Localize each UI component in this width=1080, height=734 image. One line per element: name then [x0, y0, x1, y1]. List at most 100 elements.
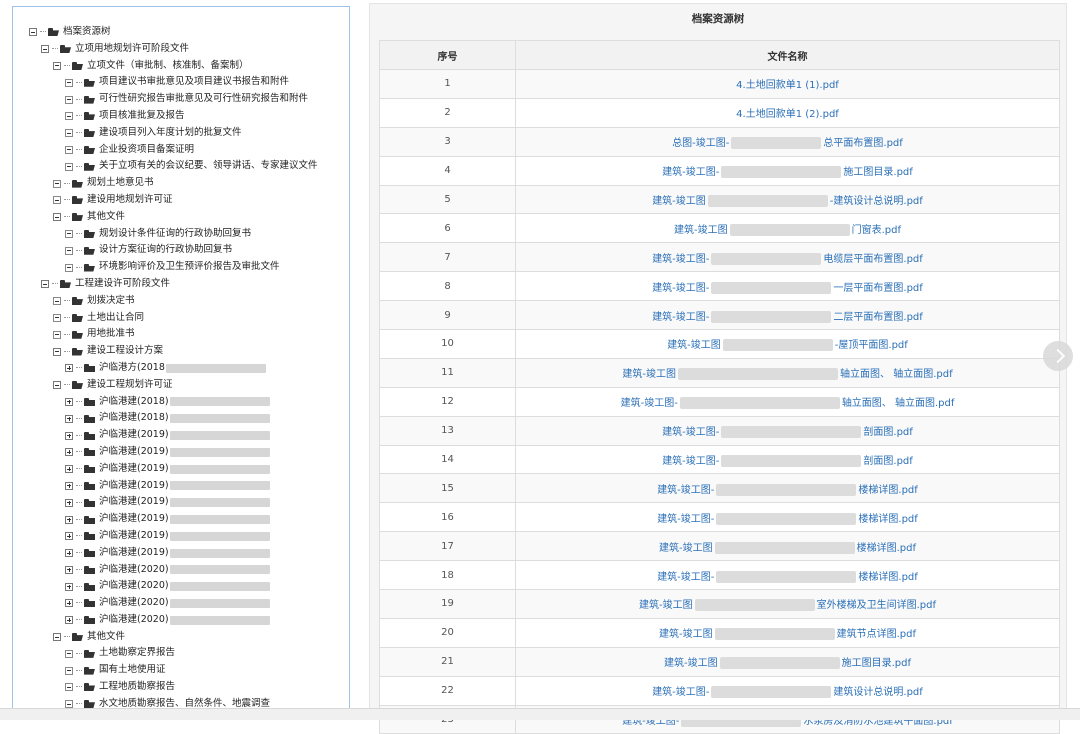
- tree-node-label[interactable]: 规划设计条件征询的行政协助回复书: [99, 226, 251, 243]
- tree-node-label[interactable]: 沪临港建(2018): [99, 394, 169, 411]
- expand-icon[interactable]: [65, 498, 73, 507]
- filename-suffix[interactable]: 建筑节点详图.pdf: [837, 629, 916, 640]
- expand-icon[interactable]: [65, 448, 73, 457]
- collapse-icon[interactable]: [65, 246, 73, 255]
- tree-node[interactable]: 沪临港建(2018): [13, 394, 349, 411]
- filename-suffix[interactable]: 二层平面布置图.pdf: [833, 312, 922, 323]
- collapse-icon[interactable]: [53, 179, 61, 188]
- filename-prefix[interactable]: 建筑-竣工图: [674, 225, 728, 236]
- tree-node-label[interactable]: 企业投资项目备案证明: [99, 142, 194, 159]
- tree-node-label[interactable]: 沪临港建(2019): [99, 545, 169, 562]
- expand-icon[interactable]: [65, 364, 73, 373]
- filename-suffix[interactable]: 楼梯详图.pdf: [858, 485, 917, 496]
- filename-prefix[interactable]: 4.土地回款单1 (1).pdf: [736, 80, 839, 91]
- collapse-icon[interactable]: [53, 347, 61, 356]
- tree-node-label[interactable]: 沪临港建(2019): [99, 528, 169, 545]
- collapse-icon[interactable]: [65, 162, 73, 171]
- expand-icon[interactable]: [65, 549, 73, 558]
- expand-icon[interactable]: [65, 431, 73, 440]
- expand-icon[interactable]: [65, 616, 73, 625]
- collapse-icon[interactable]: [53, 61, 61, 70]
- collapse-icon[interactable]: [65, 666, 73, 675]
- expand-icon[interactable]: [65, 565, 73, 574]
- tree-node-label[interactable]: 建设工程规划许可证: [87, 377, 173, 394]
- collapse-icon[interactable]: [53, 297, 61, 306]
- tree-node-label[interactable]: 工程地质勘察报告: [99, 679, 175, 696]
- expand-icon[interactable]: [65, 582, 73, 591]
- filename-cell[interactable]: 建筑-竣工图 门窗表.pdf: [515, 213, 1060, 244]
- collapse-icon[interactable]: [53, 330, 61, 339]
- tree-node-label[interactable]: 用地批准书: [87, 326, 135, 343]
- table-row[interactable]: 9 建筑-竣工图- 二层平面布置图.pdf: [379, 300, 1060, 331]
- filename-cell[interactable]: 建筑-竣工图 楼梯详图.pdf: [515, 531, 1060, 562]
- tree-node-label[interactable]: 沪临港建(2019): [99, 478, 169, 495]
- tree-node[interactable]: 沪临港建(2019): [13, 528, 349, 545]
- collapse-icon[interactable]: [65, 95, 73, 104]
- table-row[interactable]: 10 建筑-竣工图 -屋顶平面图.pdf: [379, 329, 1060, 359]
- filename-suffix[interactable]: 轴立面图、 轴立面图.pdf: [842, 398, 955, 409]
- filename-cell[interactable]: 建筑-竣工图- 施工图目录.pdf: [515, 155, 1060, 186]
- tree-node[interactable]: 建设用地规划许可证: [13, 192, 349, 209]
- tree-node-label[interactable]: 项目核准批复及报告: [99, 108, 185, 125]
- tree-node[interactable]: 立项文件（审批制、核准制、备案制）: [13, 58, 349, 75]
- filename-prefix[interactable]: 建筑-竣工图-: [657, 572, 714, 583]
- filename-cell[interactable]: 建筑-竣工图 施工图目录.pdf: [515, 646, 1060, 677]
- filename-prefix[interactable]: 总图-竣工图-: [672, 138, 729, 149]
- filename-cell[interactable]: 建筑-竣工图 -屋顶平面图.pdf: [515, 329, 1060, 359]
- filename-prefix[interactable]: 建筑-竣工图-: [662, 456, 719, 467]
- filename-suffix[interactable]: 一层平面布置图.pdf: [833, 283, 922, 294]
- filename-prefix[interactable]: 建筑-竣工图-: [662, 167, 719, 178]
- collapse-icon[interactable]: [41, 45, 49, 54]
- filename-cell[interactable]: 建筑-竣工图- 一层平面布置图.pdf: [515, 271, 1060, 302]
- tree-node[interactable]: 规划土地意见书: [13, 175, 349, 192]
- filename-cell[interactable]: 建筑-竣工图-建筑设计总说明.pdf: [515, 184, 1060, 215]
- tree-node-label[interactable]: 沪临港建(2018): [99, 410, 169, 427]
- filename-cell[interactable]: 建筑-竣工图 轴立面图、 轴立面图.pdf: [515, 357, 1060, 388]
- collapse-icon[interactable]: [29, 28, 37, 37]
- filename-suffix[interactable]: 楼梯详图.pdf: [857, 543, 916, 554]
- tree-node[interactable]: 沪临港建(2019): [13, 444, 349, 461]
- tree-node-label[interactable]: 关于立项有关的会议纪要、领导讲话、专家建议文件: [99, 158, 318, 175]
- filename-suffix[interactable]: 楼梯详图.pdf: [858, 514, 917, 525]
- collapse-icon[interactable]: [53, 381, 61, 390]
- collapse-icon[interactable]: [65, 229, 73, 238]
- filename-cell[interactable]: 建筑-竣工图 建筑节点详图.pdf: [515, 617, 1060, 648]
- tree-node[interactable]: 建设工程设计方案: [13, 343, 349, 360]
- tree-node[interactable]: 档案资源树: [13, 24, 349, 41]
- collapse-icon[interactable]: [53, 633, 61, 642]
- filename-suffix[interactable]: 建筑设计总说明.pdf: [833, 687, 922, 698]
- tree-node-label[interactable]: 沪临港建(2019): [99, 427, 169, 444]
- table-row[interactable]: 5 建筑-竣工图 -建筑设计总说明.pdf: [379, 184, 1060, 215]
- tree-node-label[interactable]: 规划土地意见书: [87, 175, 154, 192]
- expand-icon[interactable]: [65, 532, 73, 541]
- tree-node[interactable]: 规划设计条件征询的行政协助回复书: [13, 226, 349, 243]
- filename-prefix[interactable]: 建筑-竣工图-: [657, 514, 714, 525]
- tree-node-label[interactable]: 建设项目列入年度计划的批复文件: [99, 125, 242, 142]
- expand-icon[interactable]: [65, 515, 73, 524]
- tree-node[interactable]: 沪临港建(2020): [13, 578, 349, 595]
- tree-node-label[interactable]: 国有土地使用证: [99, 662, 166, 679]
- tree-node[interactable]: 沪临港建(2019): [13, 545, 349, 562]
- filename-prefix[interactable]: 建筑-竣工图-: [662, 427, 719, 438]
- tree-node-label[interactable]: 沪临港建(2020): [99, 612, 169, 629]
- collapse-icon[interactable]: [65, 683, 73, 692]
- tree-node[interactable]: 建设工程规划许可证: [13, 377, 349, 394]
- collapse-icon[interactable]: [65, 263, 73, 272]
- tree-node[interactable]: 沪临港建(2019): [13, 427, 349, 444]
- table-row[interactable]: 6 建筑-竣工图 门窗表.pdf: [379, 213, 1060, 244]
- tree-node-label[interactable]: 项目建议书审批意见及项目建议书报告和附件: [99, 74, 289, 91]
- filename-cell[interactable]: 建筑-竣工图- 楼梯详图.pdf: [515, 502, 1060, 533]
- filename-suffix[interactable]: 施工图目录.pdf: [843, 167, 912, 178]
- filename-cell[interactable]: 建筑-竣工图-建筑设计总说明.pdf: [515, 675, 1060, 706]
- tree-node[interactable]: 土地出让合同: [13, 310, 349, 327]
- tree-node[interactable]: 划拨决定书: [13, 293, 349, 310]
- filename-suffix[interactable]: -屋顶平面图.pdf: [835, 340, 908, 351]
- filename-suffix[interactable]: 轴立面图、 轴立面图.pdf: [840, 369, 953, 380]
- table-row[interactable]: 3 总图-竣工图- 总平面布置图.pdf: [379, 126, 1060, 157]
- filename-cell[interactable]: 建筑-竣工图- 剖面图.pdf: [515, 415, 1060, 446]
- tree-node[interactable]: 沪临港建(2020): [13, 562, 349, 579]
- tree-node-label[interactable]: 档案资源树: [63, 24, 111, 41]
- filename-prefix[interactable]: 4.土地回款单1 (2).pdf: [736, 109, 839, 120]
- filename-suffix[interactable]: 楼梯详图.pdf: [858, 572, 917, 583]
- tree-node-label[interactable]: 沪临港建(2020): [99, 595, 169, 612]
